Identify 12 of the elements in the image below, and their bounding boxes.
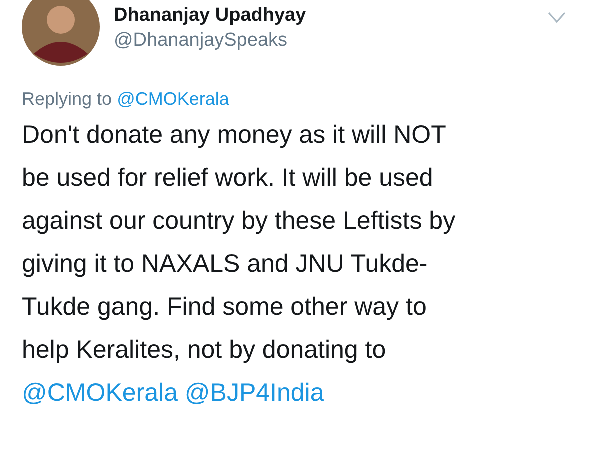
mention-links[interactable]: @CMOKerala @BJP4India [22,372,578,415]
tweet-text-line: help Keralites, not by donating to [22,335,388,366]
mention-link[interactable]: @CMOKerala [117,89,230,109]
chevron-down-icon[interactable] [548,12,566,24]
author-handle[interactable]: @DhananjaySpeaks [114,28,548,54]
replying-to-text: Replying to @CMOKerala [21,88,230,111]
tweet-text-line: Tukde gang. Find some other way to [22,292,428,323]
tweet-text-line: giving it to NAXALS and JNU Tukde- [22,249,429,280]
tweet-text-line: be used for relief work. It will be used [22,163,434,194]
tweet-text-line: against our country by these Leftists by [22,206,457,237]
author-name[interactable]: Dhananjay Upadhyay [114,4,548,28]
tweet-text-line: Don't donate any money as it will NOT [22,120,448,151]
